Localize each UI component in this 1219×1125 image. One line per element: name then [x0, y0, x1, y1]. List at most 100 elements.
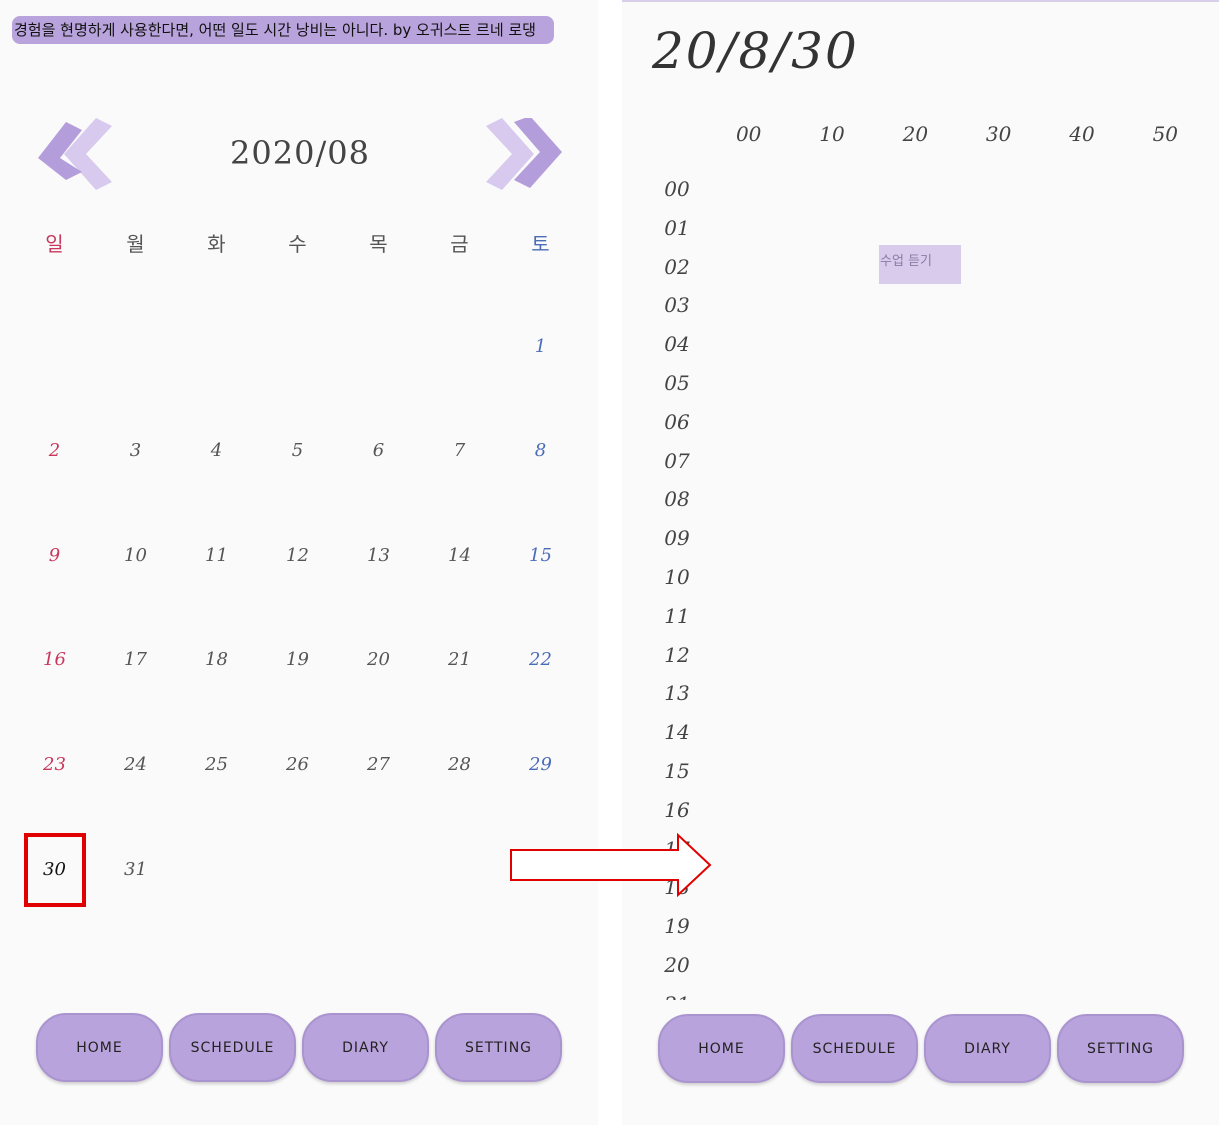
calendar-day[interactable]: 14 — [419, 536, 500, 576]
calendar-day[interactable] — [500, 850, 581, 890]
calendar-day-selected[interactable]: 30 — [14, 850, 95, 890]
calendar-day[interactable] — [95, 327, 176, 367]
diary-button[interactable]: DIARY — [924, 1014, 1051, 1083]
calendar-day[interactable]: 3 — [95, 431, 176, 471]
date-title: 20/8/30 — [652, 22, 859, 80]
calendar-day[interactable]: 7 — [419, 431, 500, 471]
calendar-day[interactable]: 23 — [14, 745, 95, 785]
hour-label: 02 — [664, 254, 690, 279]
hour-label: 20 — [664, 952, 690, 977]
calendar-day[interactable]: 8 — [500, 431, 581, 471]
prev-month-button[interactable] — [34, 118, 114, 192]
calendar-week-row: 2 3 4 5 6 7 8 — [14, 431, 581, 471]
home-button[interactable]: HOME — [36, 1013, 163, 1082]
calendar-screen: 경험을 현명하게 사용한다면, 어떤 일도 시간 낭비는 아니다. by 오귀스… — [0, 0, 598, 1125]
weekday-label: 일 — [45, 232, 64, 256]
calendar-day[interactable] — [257, 850, 338, 890]
minute-label: 20 — [902, 122, 929, 146]
calendar-day[interactable]: 21 — [419, 640, 500, 680]
calendar-week-row: 9 10 11 12 13 14 15 — [14, 536, 581, 576]
minute-label: 10 — [819, 122, 845, 146]
hour-label: 08 — [664, 487, 690, 512]
calendar-day[interactable]: 2 — [14, 431, 95, 471]
quote-banner: 경험을 현명하게 사용한다면, 어떤 일도 시간 낭비는 아니다. by 오귀스… — [12, 16, 554, 44]
bottom-nav: HOME SCHEDULE DIARY SETTING — [658, 1014, 1184, 1083]
calendar-day[interactable] — [338, 327, 419, 367]
calendar-day[interactable] — [176, 850, 257, 890]
hour-label: 21 — [652, 989, 702, 1000]
calendar-week-row: 30 31 — [14, 850, 581, 890]
hour-label: 15 — [664, 758, 690, 783]
calendar-day[interactable] — [176, 327, 257, 367]
calendar-day[interactable]: 31 — [95, 850, 176, 890]
calendar-day[interactable]: 18 — [176, 640, 257, 680]
setting-button[interactable]: SETTING — [435, 1013, 562, 1082]
calendar-day[interactable]: 13 — [338, 536, 419, 576]
hour-label: 01 — [664, 215, 690, 240]
calendar-day[interactable]: 28 — [419, 745, 500, 785]
hour-label: 07 — [664, 448, 690, 473]
calendar-day[interactable] — [257, 327, 338, 367]
calendar-week-row: 23 24 25 26 27 28 29 — [14, 745, 581, 785]
calendar-day[interactable]: 27 — [338, 745, 419, 785]
hour-label: 05 — [664, 370, 690, 395]
hour-column[interactable]: 00 01 02 03 04 05 06 07 08 09 10 11 12 1… — [652, 174, 702, 1000]
calendar-day[interactable]: 10 — [95, 536, 176, 576]
hour-label: 10 — [664, 564, 690, 589]
chevron-double-right-icon — [486, 116, 562, 190]
minute-label: 30 — [985, 122, 1012, 146]
hour-label: 16 — [664, 797, 690, 822]
minute-label: 50 — [1152, 122, 1179, 146]
weekday-label: 토 — [531, 232, 550, 256]
calendar-day[interactable]: 1 — [500, 327, 581, 367]
schedule-button[interactable]: SCHEDULE — [169, 1013, 296, 1082]
calendar-day[interactable]: 19 — [257, 640, 338, 680]
minute-header: 00 10 20 30 40 50 — [707, 122, 1207, 146]
calendar-day[interactable]: 12 — [257, 536, 338, 576]
calendar-day[interactable] — [419, 327, 500, 367]
weekday-label: 월 — [126, 232, 145, 256]
weekday-label: 금 — [450, 232, 469, 256]
calendar-day[interactable] — [14, 327, 95, 367]
chevron-double-left-icon — [38, 118, 112, 190]
hour-label: 13 — [664, 681, 690, 706]
hour-label: 04 — [664, 332, 690, 357]
weekday-label: 수 — [288, 232, 307, 256]
schedule-event[interactable]: 수업 듣기 — [879, 245, 961, 284]
calendar-day[interactable]: 29 — [500, 745, 581, 785]
calendar-day[interactable] — [419, 850, 500, 890]
schedule-screen: 20/8/30 00 10 20 30 40 50 00 01 02 03 04… — [622, 0, 1219, 1125]
setting-button[interactable]: SETTING — [1057, 1014, 1184, 1083]
calendar-day[interactable]: 16 — [14, 640, 95, 680]
calendar-day[interactable]: 4 — [176, 431, 257, 471]
hour-label: 19 — [664, 914, 690, 939]
calendar-day[interactable]: 26 — [257, 745, 338, 785]
hour-label: 14 — [664, 720, 690, 745]
home-button[interactable]: HOME — [658, 1014, 785, 1083]
calendar-day[interactable]: 24 — [95, 745, 176, 785]
calendar-day[interactable]: 6 — [338, 431, 419, 471]
calendar-day[interactable]: 11 — [176, 536, 257, 576]
calendar-day[interactable] — [338, 850, 419, 890]
weekday-label: 목 — [369, 232, 388, 256]
hour-label: 09 — [664, 526, 690, 551]
weekday-label: 화 — [207, 232, 226, 256]
hour-label: 03 — [664, 293, 690, 318]
calendar-day[interactable]: 22 — [500, 640, 581, 680]
calendar-day[interactable]: 15 — [500, 536, 581, 576]
calendar-day[interactable]: 17 — [95, 640, 176, 680]
weekday-header: 일 월 화 수 목 금 토 — [14, 228, 581, 257]
calendar-day[interactable]: 20 — [338, 640, 419, 680]
calendar-day[interactable]: 25 — [176, 745, 257, 785]
hour-label: 11 — [664, 603, 690, 628]
calendar-day[interactable]: 5 — [257, 431, 338, 471]
next-month-button[interactable] — [484, 116, 564, 192]
hour-label: 17 — [664, 836, 690, 861]
diary-button[interactable]: DIARY — [302, 1013, 429, 1082]
minute-label: 40 — [1069, 122, 1095, 146]
minute-label: 00 — [735, 122, 762, 146]
calendar-day[interactable]: 9 — [14, 536, 95, 576]
calendar-week-row: 16 17 18 19 20 21 22 — [14, 640, 581, 680]
schedule-button[interactable]: SCHEDULE — [791, 1014, 918, 1083]
hour-label: 00 — [664, 177, 690, 201]
